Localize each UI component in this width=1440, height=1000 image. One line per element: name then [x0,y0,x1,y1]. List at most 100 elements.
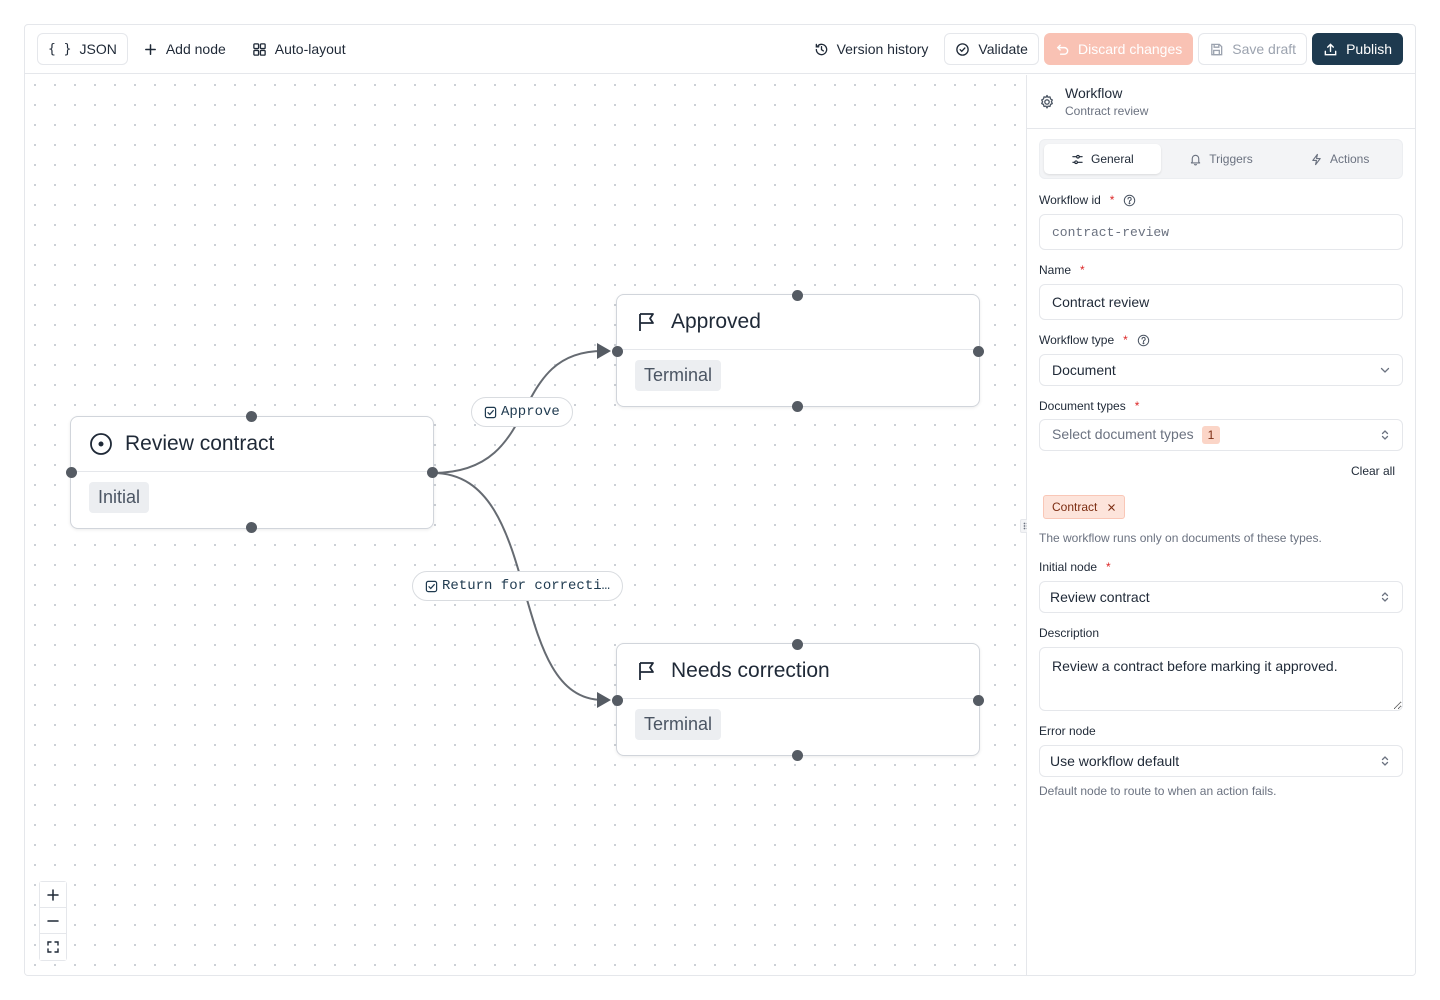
json-button[interactable]: { } JSON [37,33,128,65]
required-marker: * [1106,560,1111,574]
add-node-button[interactable]: Add node [132,33,237,65]
sliders-icon [1072,154,1083,164]
save-draft-label: Save draft [1232,41,1297,57]
label-text: Description [1039,626,1100,640]
help-circle-icon[interactable] [1137,334,1150,347]
workflow-canvas[interactable]: Review contract Initial Approved Termina… [25,75,1026,975]
handle-correction-left[interactable] [612,695,623,706]
zoom-out-button[interactable] [40,908,66,934]
upload-icon [1324,42,1337,55]
version-history-label: Version history [836,41,929,57]
handle-approved-left[interactable] [612,346,623,357]
close-icon[interactable] [1107,503,1116,512]
edge-label-text: Approve [501,404,560,420]
handle-approved-bottom[interactable] [792,401,803,412]
save-draft-button[interactable]: Save draft [1198,33,1308,65]
workflow-type-select[interactable]: Document [1039,354,1403,386]
workflow-id-field[interactable]: contract-review [1039,214,1403,250]
tag-contract: Contract [1043,495,1126,519]
description-textarea[interactable]: Review a contract before marking it appr… [1039,647,1403,711]
handle-approved-top[interactable] [792,290,803,301]
fit-view-button[interactable] [40,934,66,960]
workflow-editor: { } JSON Add node Auto-layout Version hi… [24,24,1416,976]
discard-changes-button[interactable]: Discard changes [1043,33,1194,65]
check-circle-icon [956,42,970,56]
handle-review-left[interactable] [66,467,77,478]
discard-label: Discard changes [1077,41,1183,57]
label-text: Document types [1039,399,1126,413]
validate-button[interactable]: Validate [944,33,1039,65]
initial-node-select[interactable]: Review contract [1039,581,1403,613]
label-text: Error node [1039,724,1096,738]
handle-correction-bottom[interactable] [792,750,803,761]
panel-subtitle: Contract review [1065,104,1149,118]
label-text: Initial node [1039,560,1098,574]
edge-label-return[interactable]: Return for correcti… [412,571,624,601]
tab-label: General [1090,152,1134,166]
tag-label: Contract [1052,500,1098,514]
name-field[interactable]: Contract review [1039,284,1403,320]
zoom-in-button[interactable] [40,882,66,908]
node-needs-correction[interactable]: Needs correction Terminal [616,643,980,756]
fullscreen-icon [47,941,59,953]
selected-count-badge: 1 [1201,426,1221,444]
handle-review-right[interactable] [427,467,438,478]
undo-icon [1056,44,1069,55]
chevron-down-icon [1380,367,1390,373]
checkbox-icon [425,580,438,592]
auto-layout-button[interactable]: Auto-layout [241,33,357,65]
clear-all-button[interactable]: Clear all [1039,464,1403,478]
plus-icon [47,888,59,901]
help-circle-icon[interactable] [1123,194,1136,207]
handle-review-top[interactable] [246,411,257,422]
handle-review-bottom[interactable] [246,522,257,533]
minus-icon [47,919,59,922]
name-label: Name * [1039,263,1403,277]
initial-node-label: Initial node * [1039,560,1403,574]
handle-approved-right[interactable] [973,346,984,357]
flag-icon [639,313,654,331]
history-icon [815,43,827,55]
tab-label: Triggers [1209,152,1253,166]
node-kind-chip: Terminal [635,709,722,740]
grid-icon [253,42,266,56]
node-header: Review contract [71,417,433,472]
select-placeholder: Select document types [1052,426,1194,442]
chevron-up-down-icon [1381,430,1389,440]
label-text: Name [1039,263,1072,277]
document-types-select[interactable]: Select document types 1 [1039,419,1403,451]
handle-correction-top[interactable] [792,639,803,650]
tab-general[interactable]: General [1044,144,1161,174]
description-label: Description [1039,626,1403,640]
tab-label: Actions [1330,152,1370,166]
node-approved[interactable]: Approved Terminal [616,294,980,407]
document-types-label: Document types * [1039,399,1403,413]
handle-correction-right[interactable] [973,695,984,706]
node-kind-chip: Terminal [635,360,722,391]
edge-label-approve[interactable]: Approve [471,397,573,427]
node-review-contract[interactable]: Review contract Initial [70,416,434,529]
arrowhead-return [597,692,611,708]
add-node-label: Add node [165,41,226,57]
gear-icon [1041,94,1053,109]
bell-icon [1190,154,1201,165]
tab-actions[interactable]: Actions [1281,144,1398,174]
select-value: Review contract [1050,589,1150,605]
arrowhead-approve [597,343,611,359]
publish-label: Publish [1346,41,1392,57]
workflow-id-label: Workflow id * [1039,193,1403,207]
chevron-up-down-icon [1381,592,1389,602]
error-node-label: Error node [1039,724,1403,738]
publish-button[interactable]: Publish [1312,33,1403,65]
label-text: Workflow id [1039,193,1101,207]
node-title: Approved [671,310,761,333]
validate-label: Validate [978,41,1028,57]
lightning-icon [1312,153,1321,165]
node-kind-chip: Initial [89,482,150,513]
version-history-button[interactable]: Version history [803,33,940,65]
document-types-hint: The workflow runs only on documents of t… [1039,531,1322,545]
tab-triggers[interactable]: Triggers [1163,144,1280,174]
error-node-select[interactable]: Use workflow default [1039,745,1403,777]
required-marker: * [1080,263,1085,277]
save-icon [1211,43,1223,55]
